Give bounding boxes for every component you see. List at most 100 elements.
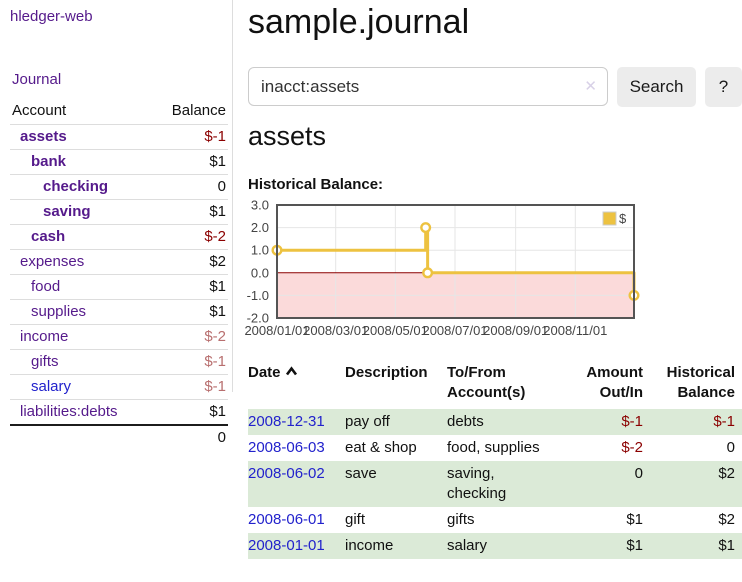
transaction-amount: $1 <box>580 533 645 559</box>
sidebar-divider <box>232 0 233 392</box>
transaction-balance: $2 <box>645 507 742 533</box>
account-row: expenses $2 <box>10 250 228 275</box>
accounts-total-row: 0 <box>10 425 228 450</box>
transaction-date-link[interactable]: 2008-01-01 <box>248 537 325 554</box>
account-link[interactable]: salary <box>31 378 71 395</box>
svg-text:2008/09/01: 2008/09/01 <box>483 323 548 338</box>
transaction-accounts: debts <box>447 409 580 435</box>
transaction-row: 2008-06-02 savesaving, checking0$2 <box>248 461 742 507</box>
account-balance: $1 <box>151 400 228 426</box>
sort-asc-icon <box>285 366 298 376</box>
accounts-total-value: 0 <box>151 425 228 450</box>
transaction-amount: $1 <box>580 507 645 533</box>
transaction-date-link[interactable]: 2008-12-31 <box>248 413 325 430</box>
register-table: DateDescriptionTo/From Account(s)Amount … <box>248 361 742 559</box>
account-balance: $-1 <box>151 125 228 150</box>
account-row: income $-2 <box>10 325 228 350</box>
transaction-description: gift <box>345 507 447 533</box>
transaction-description: save <box>345 461 447 507</box>
transaction-accounts: gifts <box>447 507 580 533</box>
transaction-date-link[interactable]: 2008-06-01 <box>248 511 325 528</box>
page-title: sample.journal <box>248 3 742 42</box>
transaction-description: income <box>345 533 447 559</box>
account-balance: $-2 <box>151 225 228 250</box>
search-input[interactable] <box>248 67 608 106</box>
account-balance: $1 <box>151 150 228 175</box>
account-link[interactable]: saving <box>43 203 91 220</box>
account-row: supplies $1 <box>10 300 228 325</box>
transaction-description: pay off <box>345 409 447 435</box>
transaction-description: eat & shop <box>345 435 447 461</box>
main-content: sample.journal ✕ Search ? assets Histori… <box>248 0 742 42</box>
account-balance: $-2 <box>151 325 228 350</box>
account-balance: $1 <box>151 200 228 225</box>
transaction-row: 2008-06-01 giftgifts$1$2 <box>248 507 742 533</box>
column-header-historical-balance[interactable]: Historical Balance <box>645 361 742 409</box>
column-header-to-from-account-s-[interactable]: To/From Account(s) <box>447 361 580 409</box>
account-balance: $1 <box>151 300 228 325</box>
account-link[interactable]: food <box>31 278 60 295</box>
svg-text:-1.0: -1.0 <box>247 288 269 303</box>
account-row: salary $-1 <box>10 375 228 400</box>
search-button[interactable]: Search <box>617 67 696 107</box>
account-row: cash $-2 <box>10 225 228 250</box>
transaction-accounts: salary <box>447 533 580 559</box>
account-link[interactable]: gifts <box>31 353 59 370</box>
transaction-row: 2008-12-31pay offdebts$-1$-1 <box>248 409 742 435</box>
account-row: liabilities:debts $1 <box>10 400 228 426</box>
clear-search-icon[interactable]: ✕ <box>584 77 597 95</box>
chart-title: Historical Balance: <box>248 176 383 193</box>
column-header-amount-out-in[interactable]: Amount Out/In <box>580 361 645 409</box>
account-link[interactable]: bank <box>31 153 66 170</box>
svg-text:2008/05/01: 2008/05/01 <box>363 323 428 338</box>
help-button[interactable]: ? <box>705 67 742 107</box>
account-row: checking 0 <box>10 175 228 200</box>
transaction-balance: $2 <box>645 461 742 507</box>
transaction-row: 2008-06-03 eat & shopfood, supplies$-20 <box>248 435 742 461</box>
transaction-balance: $1 <box>645 533 742 559</box>
legend-label: $ <box>619 211 627 226</box>
data-point-marker <box>421 223 430 232</box>
transaction-amount: 0 <box>580 461 645 507</box>
transaction-amount: $-1 <box>580 409 645 435</box>
transaction-date-link[interactable]: 2008-06-03 <box>248 439 325 456</box>
svg-text:2008/03/01: 2008/03/01 <box>303 323 368 338</box>
accounts-table: Account Balance assets $-1 bank $1 checking 0… <box>10 98 228 450</box>
account-link[interactable]: assets <box>20 128 67 145</box>
account-balance: $2 <box>151 250 228 275</box>
svg-text:2008/11/01: 2008/11/01 <box>543 323 607 338</box>
account-link[interactable]: supplies <box>31 303 86 320</box>
column-header-date[interactable]: Date <box>248 361 345 409</box>
svg-text:2008/01/01: 2008/01/01 <box>244 323 309 338</box>
account-balance: $1 <box>151 275 228 300</box>
search-form: ✕ Search ? <box>248 67 742 107</box>
account-link[interactable]: liabilities:debts <box>20 403 118 420</box>
account-balance: $-1 <box>151 350 228 375</box>
transaction-amount: $-2 <box>580 435 645 461</box>
transaction-accounts: food, supplies <box>447 435 580 461</box>
legend-swatch <box>603 212 616 225</box>
transaction-row: 2008-01-01incomesalary$1$1 <box>248 533 742 559</box>
svg-text:0.0: 0.0 <box>251 265 269 280</box>
svg-text:3.0: 3.0 <box>251 199 269 213</box>
sidebar-item-journal[interactable]: Journal <box>12 71 61 88</box>
account-row: gifts $-1 <box>10 350 228 375</box>
account-link[interactable]: cash <box>31 228 65 245</box>
historical-balance-chart: 3.02.01.00.0-1.0-2.02008/01/012008/03/01… <box>238 199 642 341</box>
account-balance: $-1 <box>151 375 228 400</box>
data-point-marker <box>423 269 432 278</box>
accounts-header-balance: Balance <box>151 98 228 125</box>
account-row: food $1 <box>10 275 228 300</box>
account-link[interactable]: income <box>20 328 68 345</box>
column-header-description[interactable]: Description <box>345 361 447 409</box>
transaction-accounts: saving, checking <box>447 461 580 507</box>
accounts-header-account: Account <box>10 98 151 125</box>
account-link[interactable]: expenses <box>20 253 84 270</box>
transaction-date-link[interactable]: 2008-06-02 <box>248 465 325 482</box>
transaction-balance: 0 <box>645 435 742 461</box>
app-title-link[interactable]: hledger-web <box>10 8 93 25</box>
account-balance: 0 <box>151 175 228 200</box>
svg-text:2008/07/01: 2008/07/01 <box>422 323 487 338</box>
account-row: bank $1 <box>10 150 228 175</box>
account-link[interactable]: checking <box>43 178 108 195</box>
